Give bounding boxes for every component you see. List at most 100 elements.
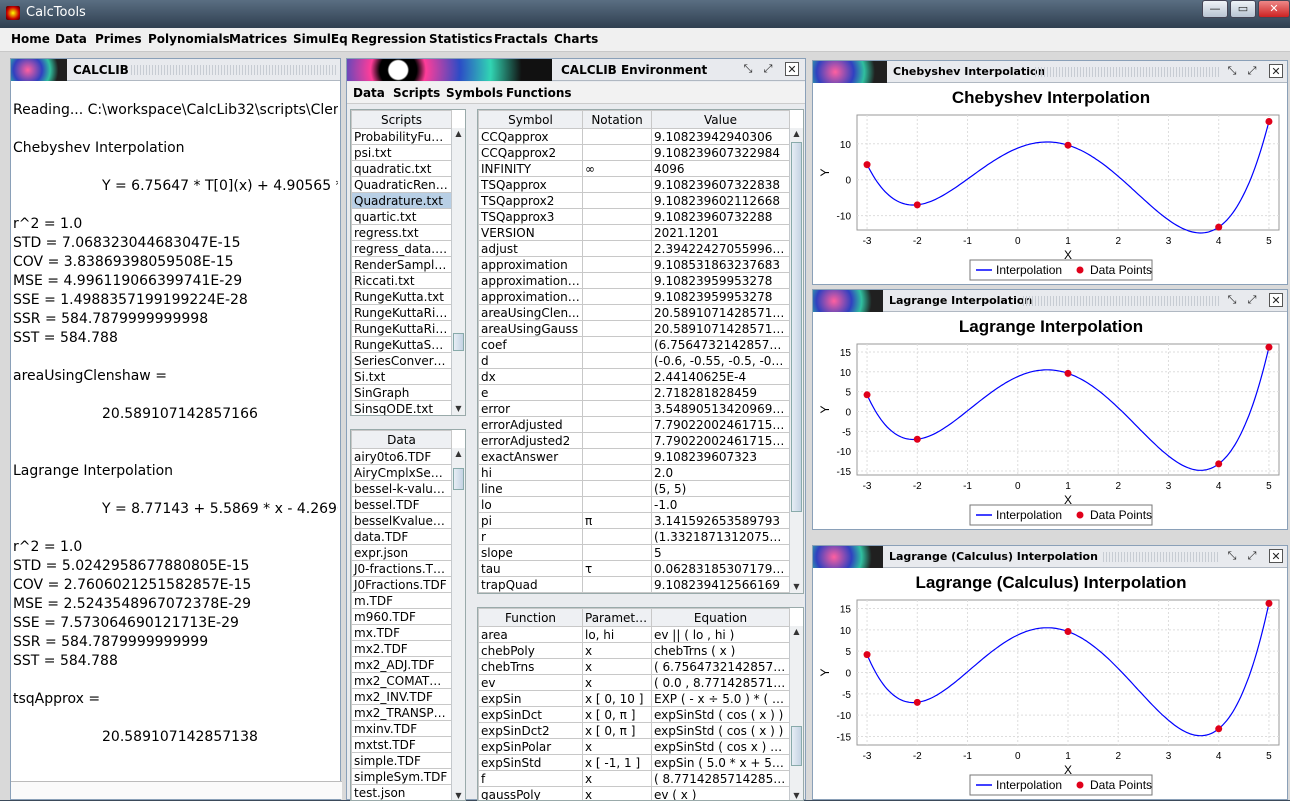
table-row[interactable]: error3.54890513420969E-7 xyxy=(479,401,790,417)
list-item[interactable]: mx2.TDF xyxy=(352,641,452,657)
list-item[interactable]: SinsqODE.txt xyxy=(352,401,452,417)
list-item[interactable]: RungeKuttaRic... xyxy=(352,321,452,337)
table-row[interactable]: gaussPolyxev ( x ) xyxy=(479,787,790,801)
menu-fractals[interactable]: Fractals xyxy=(494,32,548,46)
list-item[interactable]: m960.TDF xyxy=(352,609,452,625)
close-icon[interactable]: ✕ xyxy=(1269,64,1283,78)
data-list[interactable]: Dataairy0to6.TDFAiryCmplxSeq.T...bessel-… xyxy=(350,429,466,801)
menu-regression[interactable]: Regression xyxy=(351,32,426,46)
table-row[interactable]: arealo, hiev || ( lo , hi ) xyxy=(479,627,790,643)
data-header[interactable]: Data xyxy=(352,431,452,449)
list-item[interactable]: J0-fractions.TDF xyxy=(352,561,452,577)
env-menu-symbols[interactable]: Symbols xyxy=(446,86,503,100)
table-row[interactable]: approximation9.108531863237683 xyxy=(479,257,790,273)
console-output[interactable]: Reading... C:\workspace\CalcLib32\script… xyxy=(13,83,338,789)
menu-charts[interactable]: Charts xyxy=(554,32,598,46)
list-item[interactable]: mx2_ADJ.TDF xyxy=(352,657,452,673)
maximize-icon[interactable]: ⤢ xyxy=(1245,64,1259,78)
list-item[interactable]: ProbabilityFunct... xyxy=(352,129,452,145)
list-item[interactable]: J0Fractions.TDF xyxy=(352,577,452,593)
list-item[interactable]: SeriesConverg... xyxy=(352,353,452,369)
table-row[interactable]: errorAdjusted27.79022002461715​6E... xyxy=(479,433,790,449)
table-row[interactable]: VERSION2021.1201 xyxy=(479,225,790,241)
list-item[interactable]: besselKvalues.... xyxy=(352,513,452,529)
list-item[interactable]: mx.TDF xyxy=(352,625,452,641)
table-row[interactable]: INFINITY∞4096 xyxy=(479,161,790,177)
table-row[interactable]: slope5 xyxy=(479,545,790,561)
column-header[interactable]: Notation xyxy=(583,111,652,129)
scripts-header[interactable]: Scripts xyxy=(352,111,452,129)
table-row[interactable]: expSinDctx [ 0, π ]expSinStd ( cos ( x )… xyxy=(479,707,790,723)
menu-statistics[interactable]: Statistics xyxy=(429,32,493,46)
maximize-icon[interactable]: ⤢ xyxy=(1245,549,1259,563)
table-row[interactable]: tauτ0.06283185307179587 xyxy=(479,561,790,577)
table-row[interactable]: r(1.332187131207506... xyxy=(479,529,790,545)
restore-icon[interactable]: ⤡ xyxy=(741,62,755,76)
maximize-icon[interactable]: ⤢ xyxy=(761,62,775,76)
table-row[interactable]: TSQapprox29.108239602112668 xyxy=(479,193,790,209)
minimize-button[interactable]: — xyxy=(1202,0,1228,18)
list-item[interactable]: Riccati.txt xyxy=(352,273,452,289)
table-row[interactable]: areaUsingClen...20.589107142857166 xyxy=(479,305,790,321)
column-header[interactable]: Symbol xyxy=(479,111,583,129)
table-row[interactable]: line(5, 5) xyxy=(479,481,790,497)
env-menu-functions[interactable]: Functions xyxy=(506,86,572,100)
restore-icon[interactable]: ⤡ xyxy=(1225,549,1239,563)
list-item[interactable]: Si.txt xyxy=(352,369,452,385)
table-row[interactable]: piπ3.141592653589793 xyxy=(479,513,790,529)
list-item[interactable]: psi.txt xyxy=(352,145,452,161)
list-item[interactable]: quartic.txt xyxy=(352,209,452,225)
close-window-button[interactable]: ✕ xyxy=(1258,0,1290,18)
menu-data[interactable]: Data xyxy=(55,32,87,46)
menu-simuleq[interactable]: SimulEq xyxy=(293,32,348,46)
table-row[interactable]: dx2.44140625E-4 xyxy=(479,369,790,385)
table-row[interactable]: e2.718281828459 xyxy=(479,385,790,401)
maximize-button[interactable]: ▭ xyxy=(1230,0,1256,18)
list-item[interactable]: test.json xyxy=(352,785,452,801)
column-header[interactable]: Value xyxy=(652,111,790,129)
list-item[interactable]: RungeKutta.txt xyxy=(352,289,452,305)
list-item[interactable]: RenderSample... xyxy=(352,257,452,273)
list-item[interactable]: expr.json xyxy=(352,545,452,561)
table-row[interactable]: trapQuad9.108239412566169 xyxy=(479,577,790,593)
list-item[interactable]: RungeKuttaSS... xyxy=(352,337,452,353)
table-row[interactable]: CCQapprox29.108239607322984 xyxy=(479,145,790,161)
column-header[interactable]: Equation xyxy=(652,609,790,627)
table-row[interactable]: TSQapprox39.10823960732288 xyxy=(479,209,790,225)
env-menu-scripts[interactable]: Scripts xyxy=(393,86,440,100)
list-item[interactable]: Quadrature.txt xyxy=(352,193,452,209)
column-header[interactable]: Function xyxy=(479,609,583,627)
table-row[interactable]: chebPolyxchebTrns ( x ) xyxy=(479,643,790,659)
table-row[interactable]: expSinDct2x [ 0, π ]expSinStd ( cos ( x … xyxy=(479,723,790,739)
table-row[interactable]: coef(6.75647321428572, ... xyxy=(479,337,790,353)
functions-scrollbar[interactable]: ▲▼ xyxy=(789,626,803,801)
table-row[interactable]: lo-1.0 xyxy=(479,497,790,513)
list-item[interactable]: simpleSym.TDF xyxy=(352,769,452,785)
table-row[interactable]: fx( 8.771428571428572... xyxy=(479,771,790,787)
table-row[interactable]: evx( 0.0 , 8.77142857142... xyxy=(479,675,790,691)
menu-matrices[interactable]: Matrices xyxy=(229,32,287,46)
list-item[interactable]: mx2_TRANSPO... xyxy=(352,705,452,721)
table-row[interactable]: chebTrnsx( 6.75647321428572 , ... xyxy=(479,659,790,675)
table-row[interactable]: exactAnswer9.108239607323 xyxy=(479,449,790,465)
list-item[interactable]: bessel-k-value... xyxy=(352,481,452,497)
list-item[interactable]: mx2_COMATRI... xyxy=(352,673,452,689)
symbols-scrollbar[interactable]: ▲▼ xyxy=(789,128,803,593)
table-row[interactable]: adjust2.3942242705599694 xyxy=(479,241,790,257)
list-item[interactable]: mxtst.TDF xyxy=(352,737,452,753)
table-row[interactable]: hi2.0 xyxy=(479,465,790,481)
list-item[interactable]: mxinv.TDF xyxy=(352,721,452,737)
close-icon[interactable]: ✕ xyxy=(1269,549,1283,563)
list-item[interactable]: bessel.TDF xyxy=(352,497,452,513)
menu-primes[interactable]: Primes xyxy=(95,32,142,46)
table-row[interactable]: approximationA...9.10823959953278 xyxy=(479,273,790,289)
table-row[interactable]: approximationA...9.10823959953278 xyxy=(479,289,790,305)
list-item[interactable]: RungeKuttaRic... xyxy=(352,305,452,321)
scripts-list[interactable]: ScriptsProbabilityFunct...psi.txtquadrat… xyxy=(350,109,466,416)
scripts-scrollbar[interactable]: ▲▼ xyxy=(451,128,465,415)
list-item[interactable]: mx2_INV.TDF xyxy=(352,689,452,705)
list-item[interactable]: SinGraph xyxy=(352,385,452,401)
restore-icon[interactable]: ⤡ xyxy=(1225,293,1239,307)
console-input[interactable] xyxy=(11,781,342,799)
maximize-icon[interactable]: ⤢ xyxy=(1245,293,1259,307)
